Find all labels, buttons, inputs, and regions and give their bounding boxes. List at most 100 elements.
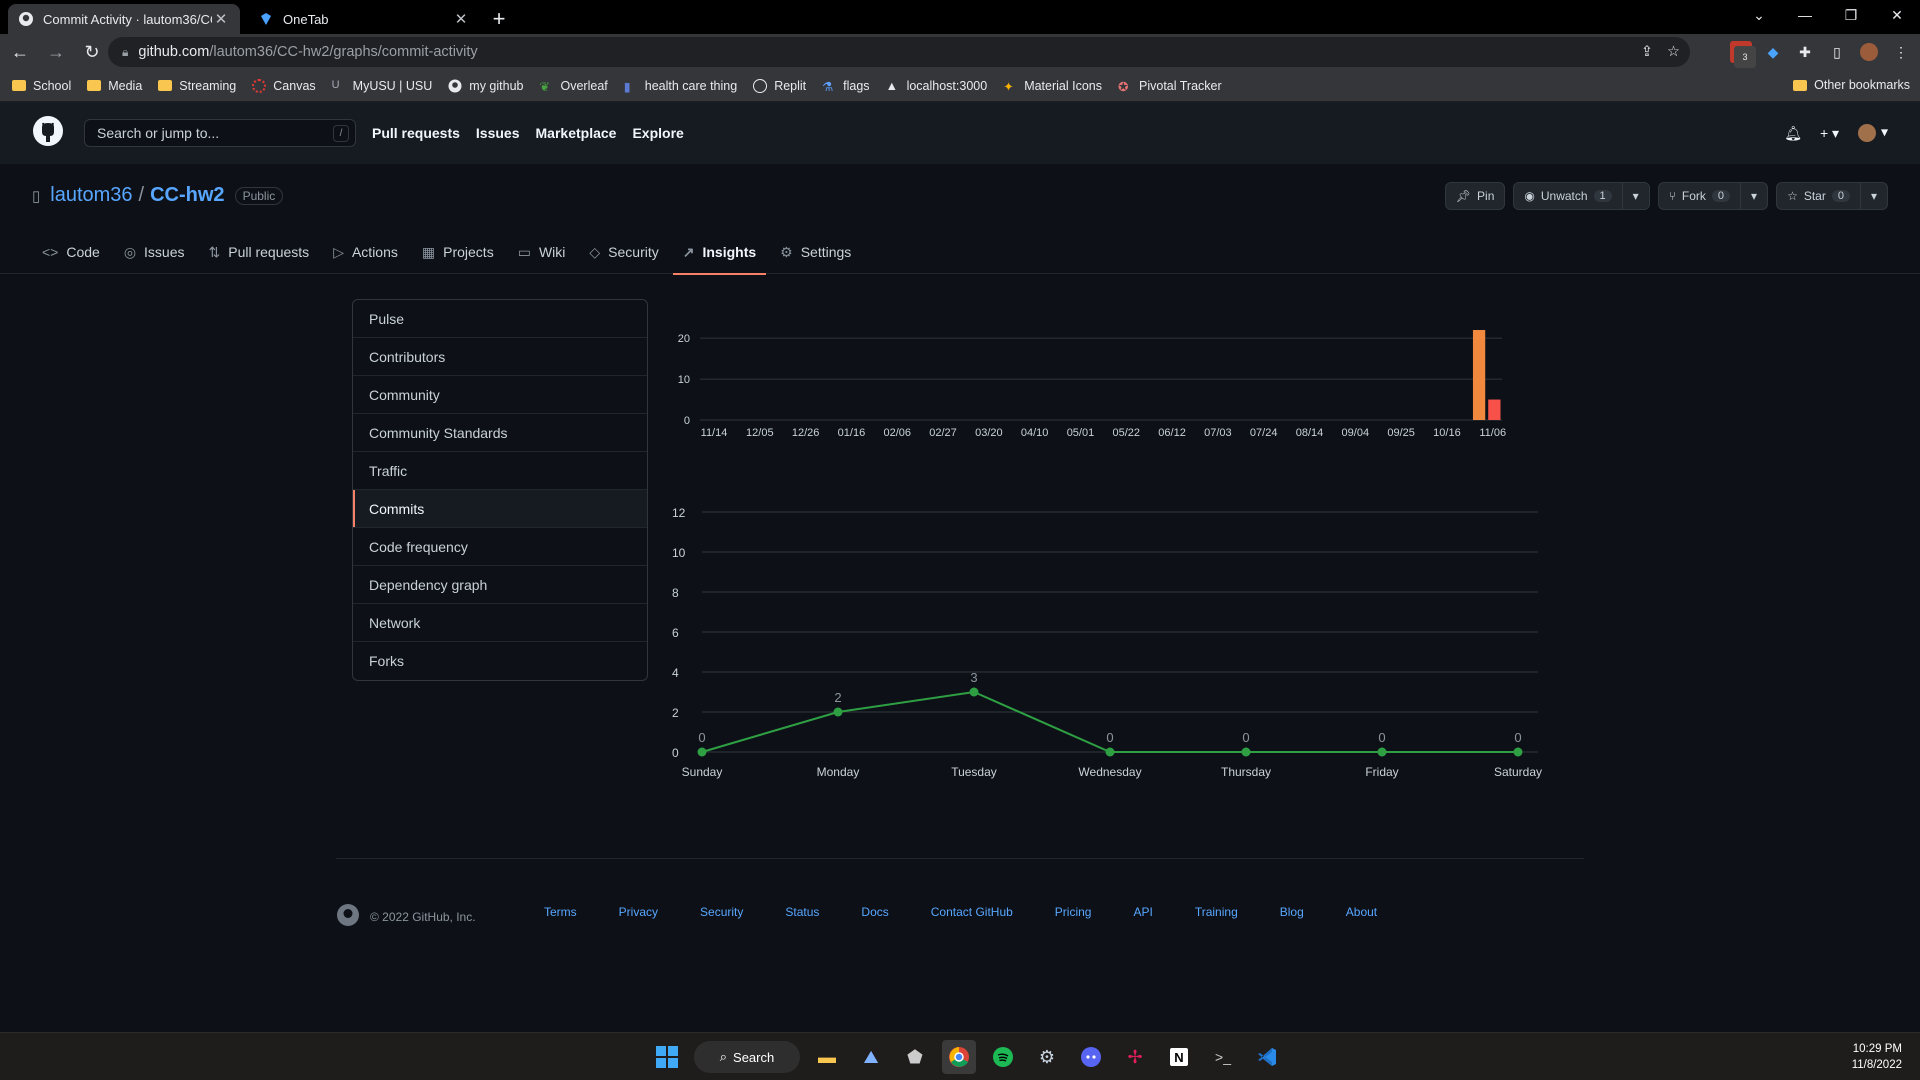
bookmark-item[interactable]: Streaming bbox=[158, 79, 236, 93]
tab-code[interactable]: <> Code bbox=[32, 230, 110, 274]
bookmark-item[interactable]: my github bbox=[448, 79, 524, 93]
chevron-down-icon[interactable]: ▾ bbox=[1859, 183, 1877, 209]
bookmark-item[interactable]: ✦ Material Icons bbox=[1003, 79, 1102, 94]
file-explorer-icon[interactable]: ▬ bbox=[810, 1040, 844, 1074]
steam-icon[interactable]: ⚙ bbox=[1030, 1040, 1064, 1074]
github-logo-icon[interactable] bbox=[32, 115, 64, 152]
daily-commit-point[interactable] bbox=[697, 747, 707, 757]
tab-security[interactable]: ◇ Security bbox=[579, 230, 668, 274]
weekly-commits-bar-chart[interactable]: 0 10 20 11/14 12/05 12/26 01/16 02/06 02/27 03/20… bbox=[672, 300, 1552, 450]
menu-kebab-icon[interactable]: ⋮ bbox=[1890, 41, 1912, 63]
onetab-extension-icon[interactable]: ◆ bbox=[1762, 41, 1784, 63]
sidebar-item-dependency-graph[interactable]: Dependency graph bbox=[353, 566, 647, 604]
close-window-icon[interactable]: ✕ bbox=[1874, 0, 1920, 30]
sidebar-item-community-standards[interactable]: Community Standards bbox=[353, 414, 647, 452]
address-bar[interactable]: 🔒︎ github.com/lautom36/CC-hw2/graphs/com… bbox=[108, 37, 1690, 67]
fork-button[interactable]: ⑂ Fork 0 ▾ bbox=[1657, 182, 1769, 210]
slack-icon[interactable]: ✢ bbox=[1118, 1040, 1152, 1074]
tab-wiki[interactable]: ▭ Wiki bbox=[508, 230, 576, 274]
bookmark-item[interactable]: ❦ Overleaf bbox=[540, 79, 608, 94]
back-icon[interactable]: ← bbox=[4, 36, 36, 68]
shield-app-icon[interactable]: ⬟ bbox=[898, 1040, 932, 1074]
footer-link-api[interactable]: API bbox=[1133, 905, 1152, 919]
bookmark-item[interactable]: ✪ Pivotal Tracker bbox=[1118, 79, 1222, 94]
system-clock[interactable]: 10:29 PM 11/8/2022 bbox=[1852, 1041, 1902, 1073]
sidebar-item-code-frequency[interactable]: Code frequency bbox=[353, 528, 647, 566]
search-input[interactable]: Search or jump to... / bbox=[84, 119, 356, 147]
tab-pull-requests[interactable]: ⇅ Pull requests bbox=[199, 230, 320, 274]
minimize-icon[interactable]: — bbox=[1782, 0, 1828, 30]
bookmark-item[interactable]: ▮ health care thing bbox=[624, 79, 737, 94]
daily-commit-point[interactable] bbox=[1377, 747, 1387, 757]
extension-red-icon[interactable]: 3 bbox=[1730, 41, 1756, 68]
spotify-icon[interactable] bbox=[986, 1040, 1020, 1074]
vscode-icon[interactable] bbox=[1250, 1040, 1284, 1074]
sidebar-item-pulse[interactable]: Pulse bbox=[353, 300, 647, 338]
chrome-icon[interactable] bbox=[942, 1040, 976, 1074]
forward-icon[interactable]: → bbox=[40, 36, 72, 68]
footer-link-about[interactable]: About bbox=[1346, 905, 1377, 919]
daily-commit-point[interactable] bbox=[1105, 747, 1115, 757]
tab-onetab[interactable]: OneTab ✕ bbox=[248, 4, 480, 34]
sidebar-item-community[interactable]: Community bbox=[353, 376, 647, 414]
nav-explore[interactable]: Explore bbox=[632, 125, 683, 141]
nav-marketplace[interactable]: Marketplace bbox=[536, 125, 617, 141]
repo-name-link[interactable]: CC-hw2 bbox=[150, 184, 224, 207]
tab-settings[interactable]: ⚙ Settings bbox=[770, 230, 861, 274]
reload-icon[interactable]: ↻ bbox=[76, 36, 108, 68]
repo-owner-link[interactable]: lautom36 bbox=[50, 184, 132, 207]
bookmark-item[interactable]: ▲ localhost:3000 bbox=[886, 79, 988, 93]
footer-link-docs[interactable]: Docs bbox=[861, 905, 888, 919]
taskbar-search-button[interactable]: ⌕ Search bbox=[694, 1041, 800, 1073]
sidebar-item-traffic[interactable]: Traffic bbox=[353, 452, 647, 490]
new-tab-button[interactable]: + bbox=[484, 4, 514, 34]
nav-pull-requests[interactable]: Pull requests bbox=[372, 125, 460, 141]
sidebar-item-network[interactable]: Network bbox=[353, 604, 647, 642]
unwatch-button[interactable]: ◉ Unwatch 1 ▾ bbox=[1513, 182, 1650, 210]
star-button[interactable]: ☆ Star 0 ▾ bbox=[1776, 182, 1888, 210]
discord-icon[interactable] bbox=[1074, 1040, 1108, 1074]
footer-link-pricing[interactable]: Pricing bbox=[1055, 905, 1092, 919]
other-bookmarks[interactable]: Other bookmarks bbox=[1793, 78, 1910, 92]
create-new-dropdown[interactable]: + ▾ bbox=[1820, 125, 1839, 142]
daily-commit-point[interactable] bbox=[1241, 747, 1251, 757]
pin-button[interactable]: 📌︎ Pin bbox=[1444, 182, 1506, 210]
bookmark-item[interactable]: School bbox=[12, 79, 71, 93]
terminal-icon[interactable]: >_ bbox=[1206, 1040, 1240, 1074]
tab-actions[interactable]: ▷ Actions bbox=[323, 230, 408, 274]
bookmark-item[interactable]: ⚗ flags bbox=[822, 79, 869, 94]
tab-close-icon[interactable]: ✕ bbox=[212, 10, 230, 28]
side-panel-icon[interactable]: ▯ bbox=[1826, 41, 1848, 63]
bookmark-item[interactable]: Replit bbox=[753, 78, 806, 93]
footer-link-blog[interactable]: Blog bbox=[1280, 905, 1304, 919]
tab-insights[interactable]: ↗ Insights bbox=[672, 230, 767, 275]
daily-commit-point[interactable] bbox=[833, 707, 843, 717]
profile-avatar-icon[interactable] bbox=[1858, 41, 1880, 63]
tab-search-icon[interactable]: ⌄ bbox=[1736, 0, 1782, 30]
puzzle-icon[interactable]: ✚ bbox=[1794, 41, 1816, 63]
nav-issues[interactable]: Issues bbox=[476, 125, 520, 141]
chevron-down-icon[interactable]: ▾ bbox=[1621, 183, 1639, 209]
bookmark-item[interactable]: Canvas bbox=[252, 78, 316, 93]
footer-link-status[interactable]: Status bbox=[785, 905, 819, 919]
footer-link-terms[interactable]: Terms bbox=[544, 905, 577, 919]
weekly-commit-bar[interactable] bbox=[1488, 399, 1501, 420]
bookmark-item[interactable]: U MyUSU | USU bbox=[332, 79, 433, 93]
tab-issues[interactable]: ◎ Issues bbox=[114, 230, 195, 274]
tab-commit-activity[interactable]: Commit Activity · lautom36/CC-h ✕ bbox=[8, 4, 240, 34]
daily-commit-point[interactable] bbox=[969, 687, 979, 697]
footer-link-privacy[interactable]: Privacy bbox=[619, 905, 658, 919]
bell-icon[interactable]: 🔔︎ bbox=[1784, 125, 1802, 142]
footer-link-training[interactable]: Training bbox=[1195, 905, 1238, 919]
restore-icon[interactable]: ❐ bbox=[1828, 0, 1874, 30]
footer-link-security[interactable]: Security bbox=[700, 905, 743, 919]
sidebar-item-commits[interactable]: Commits bbox=[353, 490, 647, 528]
notion-icon[interactable]: N bbox=[1162, 1040, 1196, 1074]
daily-commit-point[interactable] bbox=[1513, 747, 1523, 757]
tab-close-icon[interactable]: ✕ bbox=[452, 10, 470, 28]
weekly-commit-bar[interactable] bbox=[1472, 330, 1486, 420]
windows-start-icon[interactable] bbox=[650, 1040, 684, 1074]
footer-link-contact-github[interactable]: Contact GitHub bbox=[931, 905, 1013, 919]
chevron-down-icon[interactable]: ▾ bbox=[1740, 183, 1757, 209]
photos-icon[interactable]: ⛰ bbox=[854, 1040, 888, 1074]
